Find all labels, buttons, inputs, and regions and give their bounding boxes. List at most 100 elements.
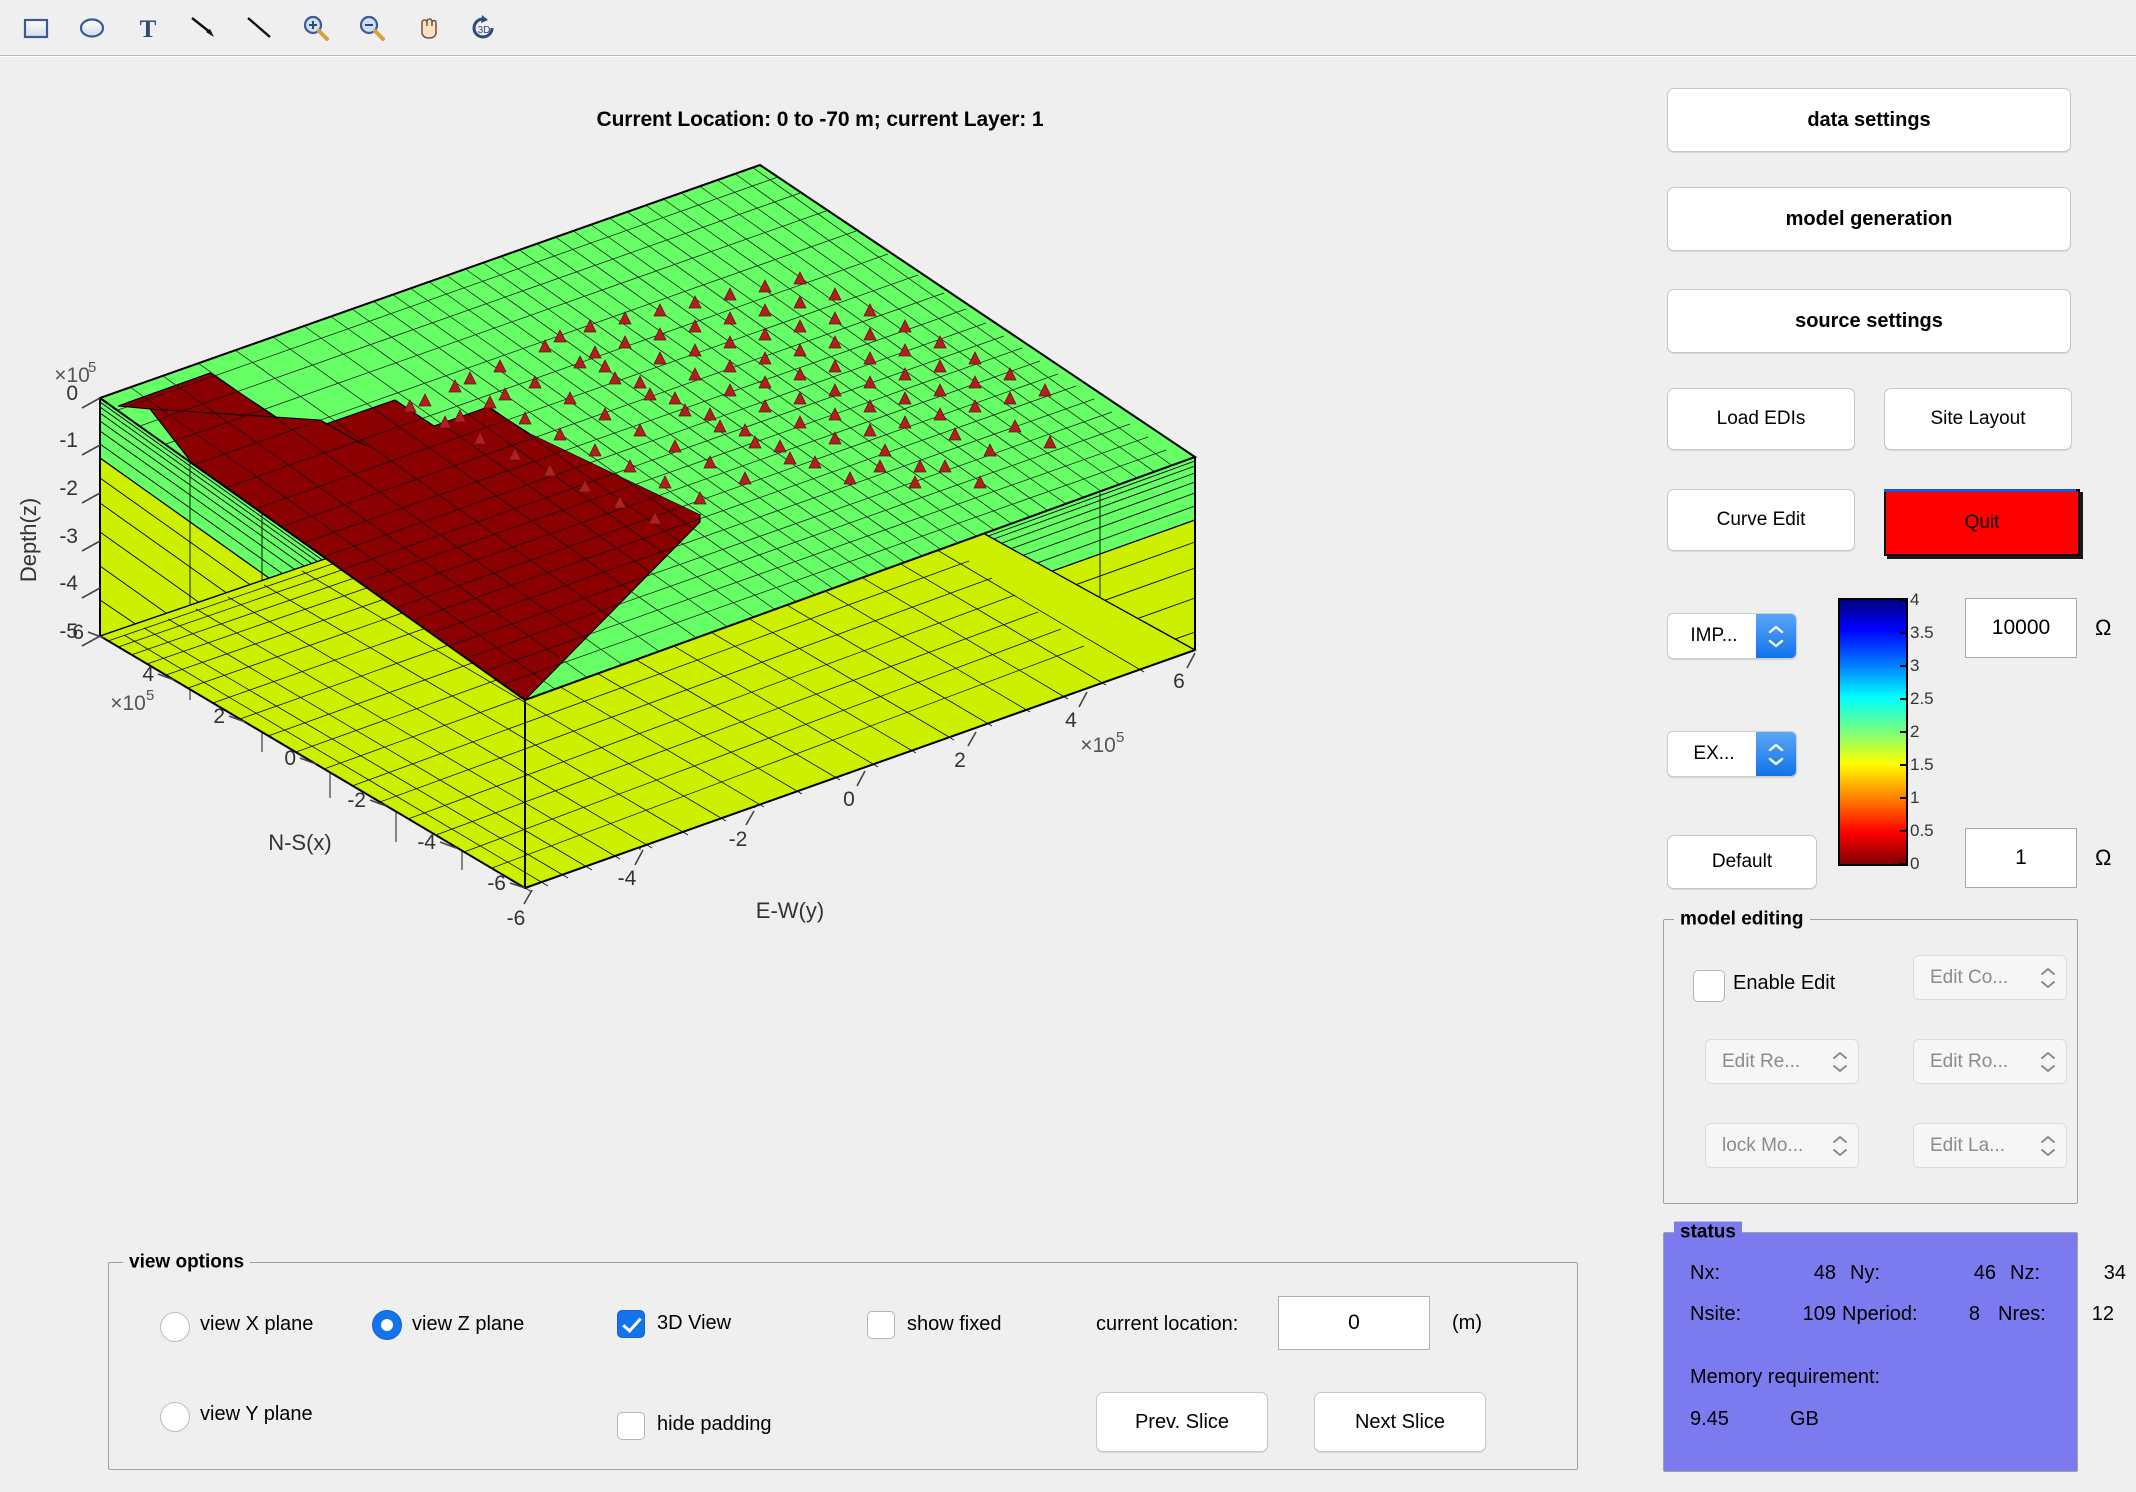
view-y-plane-label: view Y plane — [200, 1403, 313, 1425]
impedance-select-label: IMP... — [1690, 625, 1738, 646]
colorbar-tick: 2.5 — [1910, 689, 1934, 708]
svg-text:6: 6 — [1173, 670, 1185, 693]
svg-text:-3: -3 — [59, 525, 78, 548]
svg-text:×10: ×10 — [1080, 734, 1116, 757]
enable-edit-checkbox[interactable] — [1693, 970, 1725, 1002]
3d-view-checkbox[interactable] — [617, 1310, 645, 1338]
edit-row-stepper[interactable] — [2030, 1051, 2066, 1073]
default-button[interactable]: Default — [1667, 835, 1817, 889]
colorbar-tick: 2 — [1910, 722, 1920, 741]
colorbar-tick: 1.5 — [1910, 755, 1934, 774]
nz-label: Nz: — [2010, 1262, 2040, 1284]
line-tool-icon[interactable] — [234, 5, 286, 51]
model-figure[interactable]: Current Location: 0 to -70 m; current La… — [0, 60, 1640, 1220]
arrow-tool-icon[interactable] — [178, 5, 230, 51]
edit-conductivity-stepper[interactable] — [2030, 967, 2066, 989]
lock-model-select[interactable]: lock Mo... — [1705, 1123, 1859, 1168]
svg-text:5: 5 — [88, 359, 96, 376]
current-location-units: (m) — [1452, 1312, 1482, 1334]
nperiod-label: Nperiod: — [1842, 1303, 1918, 1325]
nres-label: Nres: — [1998, 1303, 2046, 1325]
edit-resistivity-select[interactable]: Edit Re... — [1705, 1039, 1859, 1084]
rectangle-tool-icon[interactable] — [10, 5, 62, 51]
site-layout-button[interactable]: Site Layout — [1884, 388, 2072, 450]
zoom-in-icon[interactable] — [290, 5, 342, 51]
status-panel-title: status — [1674, 1221, 1742, 1244]
next-slice-button[interactable]: Next Slice — [1314, 1392, 1486, 1452]
axis-3d: ×10 5 0 -1 -2 -3 -4 -5 Depth(z) ×10 5 6 … — [16, 163, 1198, 930]
svg-text:4: 4 — [1065, 709, 1077, 732]
hide-padding-checkbox[interactable] — [617, 1412, 645, 1440]
nx-value: 48 — [1813, 1262, 1836, 1284]
colorbar-tick: 4 — [1910, 590, 1920, 609]
impedance-stepper[interactable] — [1756, 614, 1796, 658]
load-edis-button[interactable]: Load EDIs — [1667, 388, 1855, 450]
current-location-input[interactable]: 0 — [1278, 1296, 1430, 1350]
svg-text:-4: -4 — [417, 831, 436, 854]
resistivity-max-input[interactable]: 10000 — [1965, 598, 2077, 658]
edit-layer-stepper[interactable] — [2030, 1135, 2066, 1157]
view-z-plane-radio[interactable] — [372, 1310, 402, 1340]
svg-text:-2: -2 — [347, 789, 366, 812]
colorbar: 4 3.5 3 2.5 2 1.5 1 0.5 0 — [1838, 590, 1934, 873]
toolbar: T 3D — [0, 0, 2136, 55]
edit-layer-select[interactable]: Edit La... — [1913, 1123, 2067, 1168]
view-options-title: view options — [123, 1251, 251, 1274]
svg-text:6: 6 — [72, 621, 84, 644]
edit-row-label: Edit Ro... — [1930, 1050, 2009, 1072]
svg-text:4: 4 — [142, 663, 154, 686]
nsite-value: 109 — [1802, 1303, 1836, 1325]
lock-model-stepper[interactable] — [1822, 1135, 1858, 1157]
resistivity-min-input[interactable]: 1 — [1965, 828, 2077, 888]
show-fixed-label: show fixed — [907, 1313, 1002, 1335]
ellipse-tool-icon[interactable] — [66, 5, 118, 51]
extra-stepper[interactable] — [1756, 732, 1796, 776]
nperiod-value: 8 — [1968, 1303, 1980, 1325]
extra-select[interactable]: EX... — [1667, 731, 1797, 777]
edit-resistivity-stepper[interactable] — [1822, 1051, 1858, 1073]
zoom-out-icon[interactable] — [346, 5, 398, 51]
model-3d-plot[interactable]: ×10 5 0 -1 -2 -3 -4 -5 Depth(z) ×10 5 6 … — [0, 60, 1640, 1220]
edit-resistivity-label: Edit Re... — [1722, 1050, 1801, 1072]
quit-button-focus-line — [1884, 489, 2076, 492]
quit-button[interactable]: Quit — [1884, 489, 2080, 556]
prev-slice-button[interactable]: Prev. Slice — [1096, 1392, 1268, 1452]
ohm-unit-min: Ω — [2095, 845, 2112, 870]
memory-requirement-value: 9.45 GB — [1690, 1408, 1819, 1431]
curve-edit-button[interactable]: Curve Edit — [1667, 489, 1855, 551]
svg-text:3D: 3D — [478, 25, 491, 36]
nsite-label: Nsite: — [1690, 1303, 1742, 1325]
svg-text:2: 2 — [213, 705, 225, 728]
memory-number: 9.45 — [1690, 1408, 1729, 1430]
edit-row-select[interactable]: Edit Ro... — [1913, 1039, 2067, 1084]
svg-text:-6: -6 — [507, 907, 526, 930]
svg-text:×10: ×10 — [110, 692, 146, 715]
pan-hand-icon[interactable] — [402, 5, 454, 51]
edit-conductivity-select[interactable]: Edit Co... — [1913, 955, 2067, 1000]
colorbar-tick: 3 — [1910, 656, 1920, 675]
show-fixed-checkbox[interactable] — [867, 1311, 895, 1339]
svg-text:-2: -2 — [729, 828, 748, 851]
text-tool-icon[interactable]: T — [122, 5, 174, 51]
view-x-plane-radio[interactable] — [160, 1312, 190, 1342]
extra-select-label: EX... — [1693, 743, 1735, 764]
ohm-unit-max: Ω — [2095, 615, 2112, 640]
memory-requirement-label: Memory requirement: — [1690, 1366, 1881, 1388]
svg-text:-1: -1 — [59, 429, 78, 452]
3d-view-label: 3D View — [657, 1312, 732, 1334]
model-generation-button[interactable]: model generation — [1667, 187, 2071, 251]
model-editing-title: model editing — [1674, 908, 1810, 931]
svg-text:0: 0 — [284, 747, 296, 770]
svg-text:5: 5 — [1116, 729, 1124, 746]
svg-text:5: 5 — [146, 687, 154, 704]
impedance-select[interactable]: IMP... — [1667, 613, 1797, 659]
ny-value: 46 — [1973, 1262, 1996, 1284]
svg-text:-2: -2 — [59, 477, 78, 500]
source-settings-button[interactable]: source settings — [1667, 289, 2071, 353]
data-settings-button[interactable]: data settings — [1667, 88, 2071, 152]
edit-layer-label: Edit La... — [1930, 1134, 2005, 1156]
view-y-plane-radio[interactable] — [160, 1402, 190, 1432]
view-z-plane-label: view Z plane — [412, 1313, 525, 1335]
rotate-3d-icon[interactable]: 3D — [458, 5, 510, 51]
svg-text:Depth(z): Depth(z) — [16, 498, 41, 582]
